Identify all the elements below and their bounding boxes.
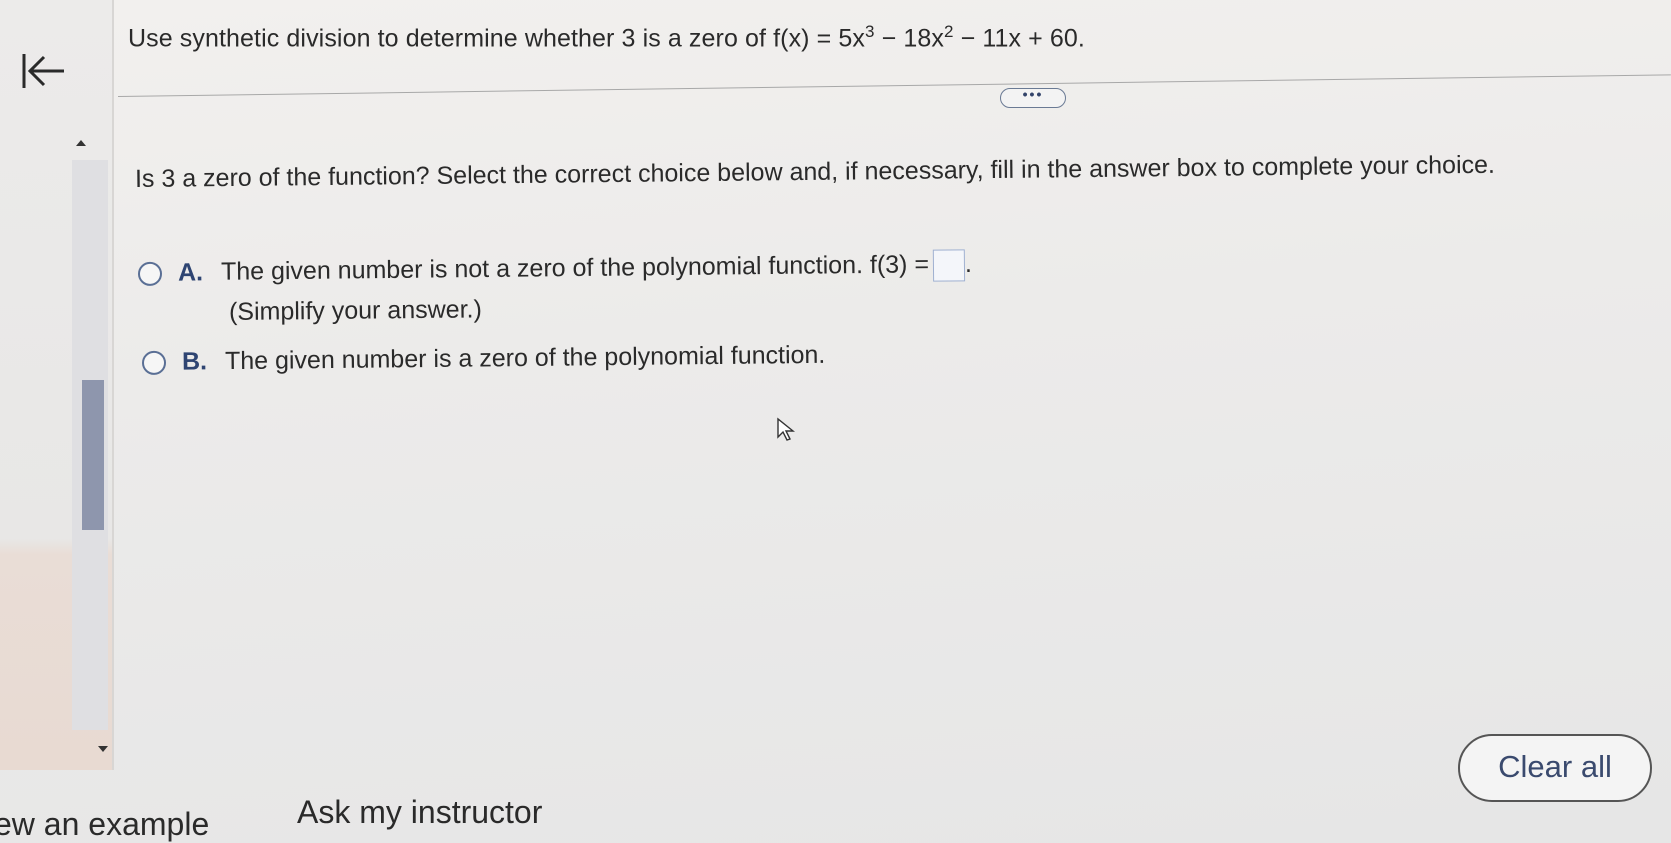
scrollbar-track[interactable] bbox=[72, 160, 108, 730]
question-prompt: Is 3 a zero of the function? Select the … bbox=[134, 150, 1496, 193]
choice-a-period: . bbox=[964, 249, 973, 278]
footer-bar: ew an example Ask my instructor bbox=[0, 770, 1671, 843]
scrollbar-thumb[interactable] bbox=[82, 380, 104, 530]
expand-more-button[interactable]: ••• bbox=[1000, 87, 1066, 108]
answer-input-box[interactable] bbox=[932, 249, 966, 282]
vertical-scrollbar[interactable] bbox=[72, 140, 110, 760]
ask-instructor-link[interactable]: Ask my instructor bbox=[297, 794, 542, 831]
clear-all-button[interactable]: Clear all bbox=[1458, 734, 1652, 802]
left-rail bbox=[0, 0, 114, 770]
mouse-cursor-icon bbox=[777, 417, 795, 441]
collapse-panel-button[interactable] bbox=[18, 48, 74, 96]
choice-b-text: The given number is a zero of the polyno… bbox=[224, 340, 826, 376]
radio-choice-a[interactable] bbox=[137, 261, 163, 286]
problem-text-mid: − 18x bbox=[874, 24, 944, 53]
exponent-2: 2 bbox=[943, 22, 954, 41]
choice-a-text: The given number is not a zero of the po… bbox=[220, 250, 930, 286]
choice-b[interactable]: B. The given number is a zero of the poly… bbox=[141, 340, 826, 377]
radio-choice-b[interactable] bbox=[141, 351, 167, 376]
choice-b-letter: B. bbox=[181, 347, 208, 376]
exponent-3: 3 bbox=[865, 22, 875, 41]
choice-a-letter: A. bbox=[177, 257, 204, 287]
problem-statement: Use synthetic division to determine whet… bbox=[128, 22, 1085, 53]
problem-text-prefix: Use synthetic division to determine whet… bbox=[128, 24, 865, 53]
view-example-link[interactable]: ew an example bbox=[0, 806, 209, 843]
scroll-up-arrow-icon[interactable] bbox=[76, 140, 86, 146]
simplify-note: (Simplify your answer.) bbox=[228, 295, 482, 326]
choice-a[interactable]: A. The given number is not a zero of the … bbox=[137, 249, 973, 290]
collapse-left-arrow-icon bbox=[22, 54, 64, 88]
section-divider bbox=[117, 74, 1671, 97]
scroll-down-arrow-icon[interactable] bbox=[98, 746, 108, 752]
problem-text-suffix: − 11x + 60. bbox=[953, 24, 1085, 53]
